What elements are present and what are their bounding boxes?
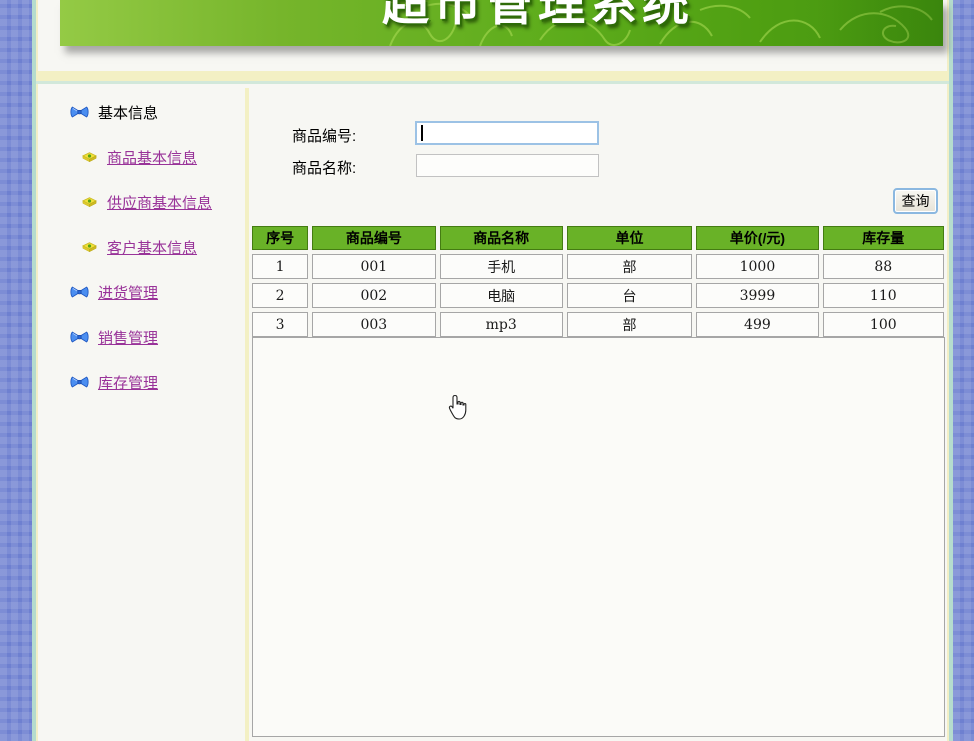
main-panel: 商品编号: 商品名称: 查询 序号 商品编号 商品名称 单位 单价(/元) 库存量 1 00…	[249, 88, 949, 741]
table-cell: 002	[312, 283, 436, 308]
sidebar-item-inventory-management[interactable]: 库存管理	[70, 372, 245, 393]
column-header: 序号	[252, 226, 309, 250]
right-border-pattern	[953, 0, 974, 741]
bow-icon	[70, 375, 89, 389]
table-empty-area	[252, 337, 945, 737]
table-header-row: 序号 商品编号 商品名称 单位 单价(/元) 库存量	[252, 226, 944, 250]
table-cell: mp3	[439, 312, 563, 337]
column-header: 库存量	[822, 226, 944, 250]
sidebar-item-supplier-basic-info[interactable]: 供应商基本信息	[81, 192, 245, 213]
table-row: 1 001 手机部 1000 88	[252, 254, 944, 279]
sidebar-item-customer-basic-info[interactable]: 客户基本信息	[81, 237, 245, 258]
text-caret	[421, 125, 423, 141]
table-cell: 003	[312, 312, 436, 337]
sidebar-item-purchase-management[interactable]: 进货管理	[70, 282, 245, 303]
sidebar-item-label[interactable]: 销售管理	[98, 327, 158, 348]
products-table: 序号 商品编号 商品名称 单位 单价(/元) 库存量 1 001 手机部 1000 88 2 002 电…	[248, 222, 948, 341]
table-cell: 1000	[696, 254, 819, 279]
table-cell: 3	[252, 312, 309, 337]
banner-title: 超市管理系统	[382, 0, 694, 30]
table-cell: 手机	[439, 254, 563, 279]
product-code-input[interactable]	[415, 121, 599, 145]
left-border-pattern	[0, 0, 32, 741]
column-header: 单位	[566, 226, 693, 250]
table-cell: 2	[252, 283, 309, 308]
table-cell: 部	[566, 312, 693, 337]
sidebar-item-label: 基本信息	[98, 104, 159, 122]
note-icon	[81, 241, 98, 253]
product-name-input[interactable]	[416, 154, 599, 177]
table-cell: 001	[312, 254, 436, 279]
query-button[interactable]: 查询	[893, 188, 938, 214]
column-header: 商品名称	[439, 226, 563, 250]
table-row: 2 002 电脑台 3999 110	[252, 283, 944, 308]
hand-cursor	[448, 394, 467, 420]
table-cell: 3999	[696, 283, 819, 308]
table-cell: 台	[566, 283, 693, 308]
table-cell: 部	[566, 254, 693, 279]
table-row: 3 003 mp3 部 499 100	[252, 312, 944, 337]
sidebar-item-product-basic-info[interactable]: 商品基本信息	[81, 147, 245, 168]
sidebar-item-label[interactable]: 库存管理	[98, 372, 158, 393]
sidebar-item-label[interactable]: 客户基本信息	[107, 237, 197, 258]
table-cell: 499	[696, 312, 819, 337]
sidebar-item-basic-info[interactable]: 基本信息	[70, 103, 245, 122]
column-header: 商品编号	[312, 226, 436, 250]
sidebar: 基本信息商品基本信息 供应商基本信息 客户基本信息进货管理销售管理库存管理	[36, 88, 245, 741]
sidebar-item-sales-management[interactable]: 销售管理	[70, 327, 245, 348]
table-cell: 88	[822, 254, 944, 279]
banner: 超市管理系统	[60, 0, 943, 46]
column-header: 单价(/元)	[696, 226, 819, 250]
table-cell: 电脑	[439, 283, 563, 308]
note-icon	[81, 151, 98, 163]
page: 超市管理系统 基本信息 商品基本信息 供应商基本信息 客户基本信息 进货管理 销售管理 库存…	[0, 0, 974, 741]
table-cell: 100	[822, 312, 944, 337]
table-cell: 1	[252, 254, 309, 279]
note-icon	[81, 196, 98, 208]
product-code-label: 商品编号:	[292, 128, 357, 145]
sidebar-item-label[interactable]: 商品基本信息	[107, 147, 197, 168]
sidebar-item-label[interactable]: 供应商基本信息	[107, 192, 212, 213]
bow-icon	[70, 330, 89, 344]
bow-icon	[70, 105, 89, 119]
product-name-label: 商品名称:	[292, 160, 357, 177]
sidebar-item-label[interactable]: 进货管理	[98, 282, 158, 303]
bow-icon	[70, 285, 89, 299]
header-divider-band	[36, 71, 949, 84]
table-cell: 110	[822, 283, 944, 308]
